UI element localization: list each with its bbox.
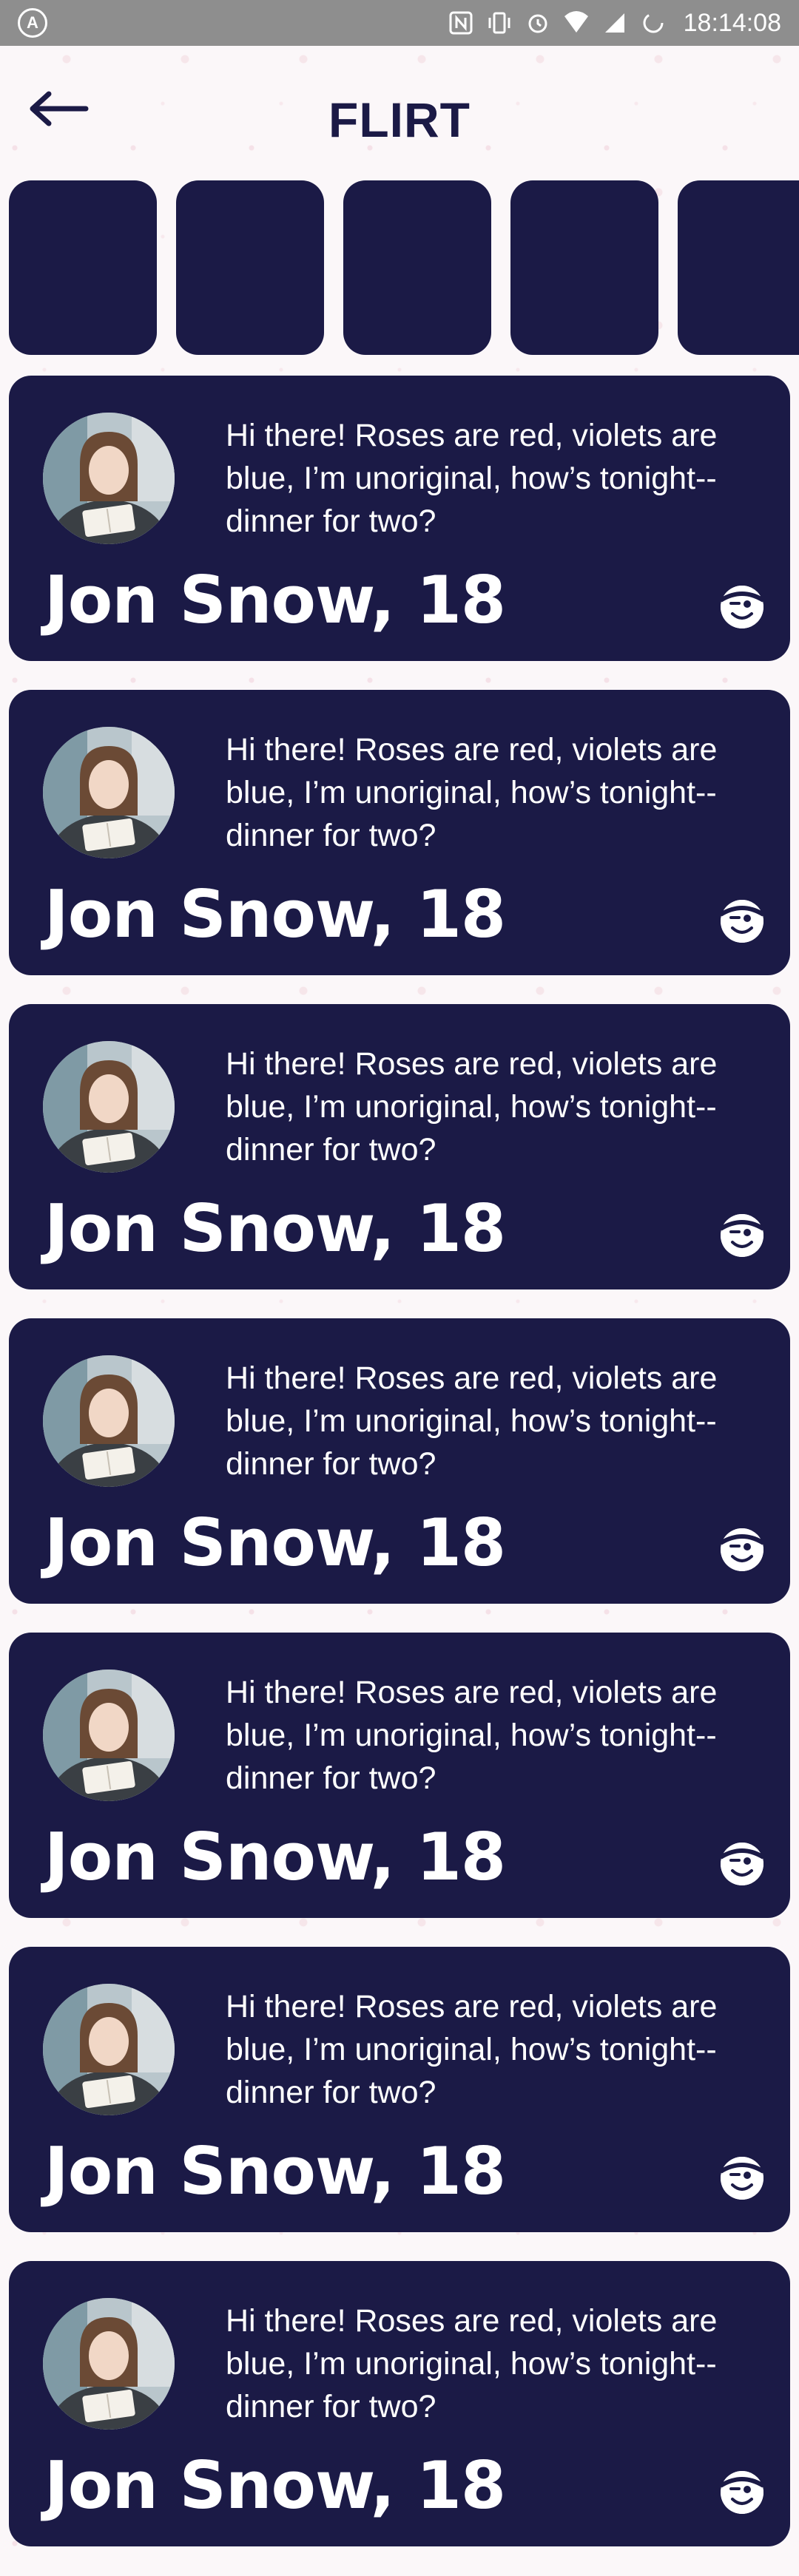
header: FLIRT — [0, 46, 799, 164]
avatar — [43, 413, 175, 544]
card-message: Hi there! Roses are red, violets are blu… — [226, 418, 718, 539]
battery-icon — [639, 9, 667, 37]
nfc-icon — [447, 9, 475, 37]
avatar — [43, 1984, 175, 2115]
wink-face-icon[interactable] — [719, 900, 765, 943]
status-bar: A 18:14:08 — [0, 0, 799, 46]
story-tile[interactable] — [510, 180, 658, 355]
wink-face-icon[interactable] — [719, 2471, 765, 2514]
avatar — [43, 2298, 175, 2430]
page-title: FLIRT — [328, 92, 471, 147]
story-tile[interactable] — [176, 180, 324, 355]
card-message: Hi there! Roses are red, violets are blu… — [226, 1046, 718, 1167]
card-message: Hi there! Roses are red, violets are blu… — [226, 2303, 718, 2424]
avatar — [43, 727, 175, 858]
avatar — [43, 1355, 175, 1487]
card-name: Jon Snow, 18 — [44, 1505, 506, 1581]
card-name: Jon Snow, 18 — [44, 2133, 506, 2209]
card-message: Hi there! Roses are red, violets are blu… — [226, 1675, 718, 1796]
story-strip[interactable] — [9, 180, 799, 355]
card-name: Jon Snow, 18 — [44, 562, 506, 638]
status-right: 18:14:08 — [447, 9, 781, 38]
card-name: Jon Snow, 18 — [44, 2447, 506, 2524]
card-message: Hi there! Roses are red, violets are blu… — [226, 1989, 718, 2110]
signal-icon — [601, 9, 629, 37]
flirt-card[interactable]: Hi there! Roses are red, violets are blu… — [9, 1318, 790, 1604]
flirt-card[interactable]: Hi there! Roses are red, violets are blu… — [9, 1947, 790, 2232]
status-time: 18:14:08 — [683, 8, 781, 37]
flirt-card[interactable]: Hi there! Roses are red, violets are blu… — [9, 1004, 790, 1289]
flirt-card[interactable]: Hi there! Roses are red, violets are blu… — [9, 1633, 790, 1918]
avatar — [43, 1041, 175, 1173]
story-tile[interactable] — [678, 180, 799, 355]
vibrate-icon — [485, 9, 513, 37]
wink-face-icon[interactable] — [719, 1528, 765, 1571]
card-list: Hi there! Roses are red, violets are blu… — [9, 376, 790, 2575]
flirt-card[interactable]: Hi there! Roses are red, violets are blu… — [9, 690, 790, 975]
card-name: Jon Snow, 18 — [44, 1819, 506, 1895]
wink-face-icon[interactable] — [719, 586, 765, 628]
flirt-card[interactable]: Hi there! Roses are red, violets are blu… — [9, 2261, 790, 2546]
card-message: Hi there! Roses are red, violets are blu… — [226, 1360, 718, 1482]
wifi-icon — [562, 9, 590, 37]
card-name: Jon Snow, 18 — [44, 1190, 506, 1267]
wink-face-icon[interactable] — [719, 1843, 765, 1885]
wink-face-icon[interactable] — [719, 1214, 765, 1257]
avatar — [43, 1670, 175, 1801]
app-logo-icon: A — [18, 8, 47, 38]
wink-face-icon[interactable] — [719, 2157, 765, 2200]
alarm-icon — [524, 9, 552, 37]
flirt-card[interactable]: Hi there! Roses are red, violets are blu… — [9, 376, 790, 661]
story-tile[interactable] — [9, 180, 157, 355]
card-message: Hi there! Roses are red, violets are blu… — [226, 732, 718, 853]
story-tile[interactable] — [343, 180, 491, 355]
status-left: A — [18, 8, 47, 38]
card-name: Jon Snow, 18 — [44, 876, 506, 952]
